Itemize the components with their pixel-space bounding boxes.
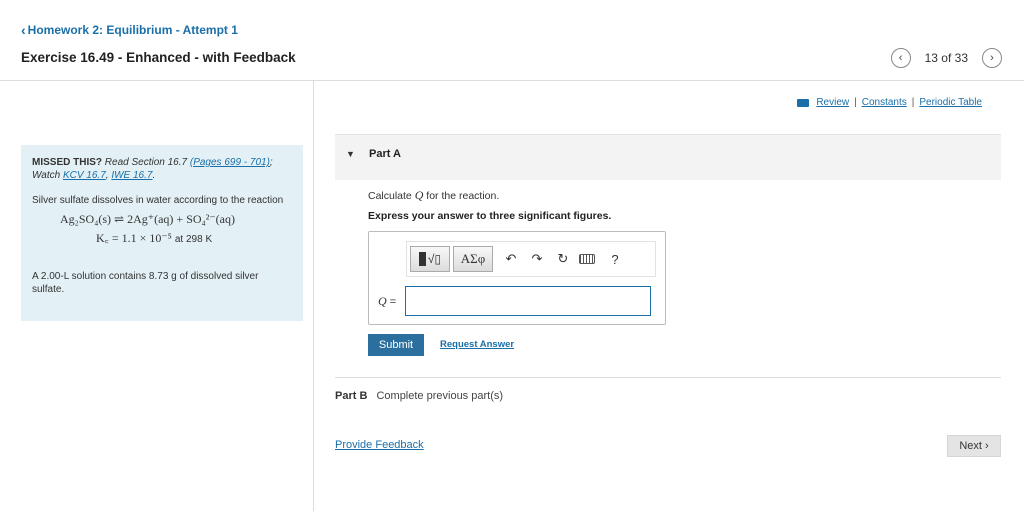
answer-box: √▯ ΑΣφ ↶ ↷ ↻ ? Q = — [368, 231, 666, 325]
kc-line: K꜀ = 1.1 × 10⁻⁵ at 298 K — [96, 232, 292, 246]
chevron-right-icon: › — [984, 440, 989, 452]
math-toolbar: √▯ ΑΣφ ↶ ↷ ↻ ? — [406, 241, 656, 277]
solution-description: A 2.00-L solution contains 8.73 g of dis… — [32, 271, 259, 295]
template-block-icon — [418, 252, 426, 266]
q-equals: = — [389, 296, 397, 308]
submit-button[interactable]: Submit — [368, 334, 424, 356]
iwe-link[interactable]: IWE 16.7 — [111, 170, 152, 181]
greek-symbols-button[interactable]: ΑΣφ — [453, 246, 493, 272]
undo-icon[interactable]: ↶ — [500, 246, 522, 272]
q-input-label: Q = — [378, 294, 396, 309]
question-prompt: Calculate Q for the reaction. — [368, 188, 499, 203]
review-link[interactable]: Review — [816, 97, 849, 108]
back-link-label: Homework 2: Equilibrium - Attempt 1 — [27, 23, 238, 37]
exercise-title: Exercise 16.49 - Enhanced - with Feedbac… — [21, 50, 296, 65]
part-b-label: Part B — [335, 390, 368, 402]
equilibrium-arrow: ⇌ — [114, 212, 125, 226]
next-button[interactable]: Next › — [947, 435, 1001, 457]
redo-icon[interactable]: ↷ — [526, 246, 548, 272]
semicolon: ; — [269, 157, 273, 168]
problem-info-box: MISSED THIS? Read Section 16.7 (Pages 69… — [21, 145, 303, 321]
calc-prefix: Calculate — [368, 190, 412, 202]
kc-temperature: at 298 K — [174, 234, 213, 245]
pager-count: 13 of 33 — [924, 51, 968, 65]
book-icon — [797, 98, 810, 107]
reaction-description: Silver sulfate dissolves in water accord… — [32, 195, 284, 206]
chevron-right-icon: › — [990, 52, 994, 64]
missed-this-label: MISSED THIS? — [32, 157, 103, 168]
missed-this-line: MISSED THIS? Read Section 16.7 (Pages 69… — [32, 156, 292, 182]
answer-instruction: Express your answer to three significant… — [368, 210, 612, 222]
reaction-equation: Ag₂SO₄(s) ⇌ 2Ag⁺(aq) + SO₄²⁻(aq) — [60, 213, 292, 226]
chevron-left-icon: ‹ — [898, 52, 903, 64]
request-answer-link[interactable]: Request Answer — [440, 339, 514, 350]
watch-text: Watch — [32, 170, 61, 181]
part-a-label: Part A — [369, 148, 401, 160]
equation-right: 2Ag⁺(aq) + SO₄²⁻(aq) — [127, 212, 235, 226]
reset-icon[interactable]: ↻ — [552, 246, 574, 272]
back-to-assignment-link[interactable]: ‹ Homework 2: Equilibrium - Attempt 1 — [21, 22, 238, 38]
read-section-text: Read Section 16.7 — [104, 157, 188, 168]
left-panel: MISSED THIS? Read Section 16.7 (Pages 69… — [0, 81, 314, 511]
caret-down-icon: ▼ — [346, 149, 355, 159]
keyboard-icon[interactable] — [579, 254, 595, 264]
templates-button[interactable]: √▯ — [410, 246, 450, 272]
constants-link[interactable]: Constants — [862, 97, 907, 108]
kcv-link[interactable]: KCV 16.7 — [63, 170, 106, 181]
part-b-row: Part B Complete previous part(s) — [335, 390, 503, 402]
resource-links: Review | Constants | Periodic Table — [797, 97, 982, 108]
calc-q-symbol: Q — [414, 188, 424, 202]
comma: , — [105, 170, 109, 181]
pager: ‹ 13 of 33 › — [890, 48, 1002, 68]
part-divider — [335, 377, 1001, 378]
equation-left: Ag₂SO₄(s) — [60, 212, 112, 226]
periodic-table-link[interactable]: Periodic Table — [919, 97, 982, 108]
part-a-header[interactable]: ▼ Part A — [335, 134, 1001, 180]
q-symbol: Q — [378, 294, 387, 308]
radical-icon: √▯ — [427, 252, 442, 266]
q-answer-input[interactable] — [405, 286, 651, 316]
period: . — [152, 170, 156, 181]
chevron-left-icon: ‹ — [21, 22, 26, 38]
previous-item-button[interactable]: ‹ — [890, 48, 911, 68]
help-button[interactable]: ? — [604, 246, 626, 272]
pages-link[interactable]: (Pages 699 - 701) — [190, 157, 270, 168]
link-separator: | — [911, 97, 915, 108]
link-separator: | — [854, 97, 857, 108]
calc-suffix: for the reaction. — [426, 190, 500, 202]
next-item-button[interactable]: › — [982, 48, 1002, 68]
part-b-status: Complete previous part(s) — [376, 390, 504, 402]
next-label: Next — [959, 440, 982, 452]
provide-feedback-link[interactable]: Provide Feedback — [335, 439, 424, 451]
kc-expression: K꜀ = 1.1 × 10⁻⁵ — [96, 231, 172, 245]
